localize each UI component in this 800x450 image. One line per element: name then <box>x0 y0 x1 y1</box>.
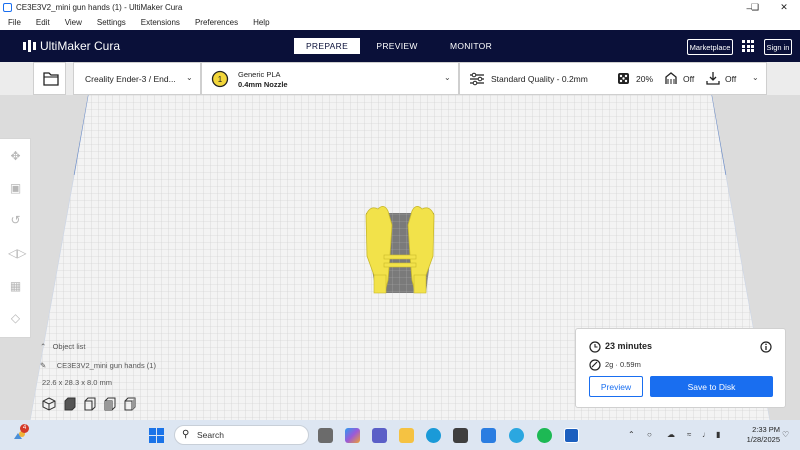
tab-preview[interactable]: PREVIEW <box>366 38 428 54</box>
preview-button[interactable]: Preview <box>589 376 643 397</box>
3d-view-icon[interactable] <box>42 397 56 411</box>
microsoft-store-icon[interactable] <box>453 428 468 443</box>
menu-preferences[interactable]: Preferences <box>195 18 238 27</box>
marketplace-button[interactable]: Marketplace <box>687 39 733 55</box>
object-name: CE3E3V2_mini gun hands (1) <box>56 361 156 370</box>
chevron-up-icon: ⌃ <box>40 342 47 351</box>
settings-sliders-icon <box>470 72 484 86</box>
tab-prepare[interactable]: PREPARE <box>294 38 360 54</box>
window-title: CE3E3V2_mini gun hands (1) - UltiMaker C… <box>16 3 183 12</box>
printer-name: Creality Ender-3 / End... <box>85 74 176 84</box>
info-icon[interactable] <box>760 341 772 353</box>
brand-logo: UltiMaker Cura <box>23 39 120 53</box>
object-list-header: Object list <box>52 342 86 351</box>
printer-selector[interactable]: Creality Ender-3 / End... ⌄ <box>73 62 201 95</box>
support-blocker-icon[interactable]: ◇ <box>8 311 23 326</box>
top-view-icon[interactable] <box>82 397 96 411</box>
object-list-panel: ⌃ Object list ✎ CE3E3V2_mini gun hands (… <box>40 342 220 417</box>
adhesion-value: Off <box>725 74 737 84</box>
right-view-icon[interactable] <box>122 397 136 411</box>
clock-time: 2:33 PM <box>752 425 780 434</box>
mirror-tool-icon[interactable]: ◁▷ <box>8 246 26 261</box>
support-icon <box>665 72 677 84</box>
object-list-toggle[interactable]: ⌃ Object list <box>40 342 86 351</box>
restore-button[interactable]: ❏ <box>743 0 767 15</box>
pencil-icon: ✎ <box>40 361 47 370</box>
open-file-button[interactable] <box>33 62 66 95</box>
infill-icon <box>618 73 629 84</box>
app-icon[interactable] <box>509 428 524 443</box>
chevron-down-icon: ⌄ <box>444 73 451 82</box>
spotify-icon[interactable] <box>537 428 552 443</box>
menu-view[interactable]: View <box>65 18 82 27</box>
menu-help[interactable]: Help <box>253 18 269 27</box>
scale-tool-icon[interactable]: ▣ <box>8 181 23 196</box>
notifications-bell-icon[interactable]: ♡ <box>782 430 789 439</box>
volume-icon[interactable]: ♩ <box>702 430 710 439</box>
print-summary-panel: 23 minutes 2g · 0.59m Preview Save to Di… <box>575 328 786 408</box>
tray-app-icon[interactable]: ○ <box>647 430 652 439</box>
cura-taskbar-icon[interactable] <box>564 428 579 443</box>
object-dimensions: 22.6 x 28.3 x 8.0 mm <box>42 378 113 387</box>
close-button[interactable]: ✕ <box>772 0 796 15</box>
adhesion-icon <box>706 72 720 85</box>
material-name: Generic PLA <box>238 70 281 79</box>
cura-app-icon <box>3 3 12 12</box>
task-view-icon[interactable] <box>318 428 333 443</box>
file-explorer-icon[interactable] <box>399 428 414 443</box>
print-settings-selector[interactable]: Standard Quality - 0.2mm 20% Off Off ⌄ <box>459 62 767 95</box>
folder-icon <box>43 72 59 86</box>
chevron-down-icon: ⌄ <box>752 73 759 82</box>
front-view-icon[interactable] <box>62 397 76 411</box>
material-selector[interactable]: 1 Generic PLA 0.4mm Nozzle ⌄ <box>201 62 459 95</box>
nozzle-size: 0.4mm Nozzle <box>238 80 288 89</box>
wifi-icon[interactable]: ≈ <box>687 430 691 439</box>
copilot-icon[interactable] <box>345 428 360 443</box>
quality-profile: Standard Quality - 0.2mm <box>491 74 588 84</box>
extruder-icon: 1 <box>211 70 229 88</box>
infill-value: 20% <box>636 74 654 84</box>
title-bar: CE3E3V2_mini gun hands (1) - UltiMaker C… <box>0 0 800 15</box>
material-usage: 2g · 0.59m <box>605 360 641 369</box>
teams-icon[interactable] <box>372 428 387 443</box>
app-icon[interactable] <box>481 428 496 443</box>
support-value: Off <box>683 74 695 84</box>
windows-start-icon[interactable] <box>149 428 164 443</box>
rotate-tool-icon[interactable]: ↺ <box>8 213 23 228</box>
extruder-number: 1 <box>218 75 223 84</box>
save-to-disk-button[interactable]: Save to Disk <box>650 376 773 397</box>
onedrive-icon[interactable]: ☁ <box>667 430 675 439</box>
ultimaker-logo-icon <box>23 40 36 52</box>
search-placeholder: Search <box>197 430 224 440</box>
menu-edit[interactable]: Edit <box>36 18 50 27</box>
object-list-item[interactable]: ✎ CE3E3V2_mini gun hands (1) <box>40 361 156 370</box>
print-time: 23 minutes <box>605 341 653 351</box>
menu-extensions[interactable]: Extensions <box>141 18 180 27</box>
clock-date: 1/28/2025 <box>746 435 780 444</box>
brand-name: UltiMaker Cura <box>40 39 121 53</box>
sign-in-button[interactable]: Sign in <box>764 39 792 55</box>
filament-spool-icon <box>589 359 601 371</box>
system-clock[interactable]: 2:33 PM 1/28/2025 <box>736 425 780 445</box>
tab-monitor[interactable]: MONITOR <box>440 38 502 54</box>
per-model-settings-icon[interactable]: ▦ <box>8 279 23 294</box>
left-view-icon[interactable] <box>102 397 116 411</box>
tool-panel: ✥ ▣ ↺ ◁▷ ▦ ◇ <box>0 138 31 338</box>
chevron-up-icon[interactable]: ⌃ <box>628 430 635 439</box>
taskbar-search-input[interactable]: ⚲ Search <box>174 425 309 445</box>
app-header: UltiMaker Cura PREPARE PREVIEW MONITOR M… <box>0 30 800 62</box>
menu-bar: File Edit View Settings Extensions Prefe… <box>0 15 800 30</box>
clock-icon <box>589 341 601 353</box>
model-mini-gun-hands[interactable] <box>365 206 435 294</box>
edge-icon[interactable] <box>426 428 441 443</box>
menu-file[interactable]: File <box>8 18 21 27</box>
apps-grid-icon[interactable] <box>742 40 754 52</box>
move-tool-icon[interactable]: ✥ <box>8 149 23 164</box>
chevron-down-icon: ⌄ <box>186 73 193 82</box>
menu-settings[interactable]: Settings <box>97 18 126 27</box>
search-icon: ⚲ <box>182 429 190 440</box>
battery-icon[interactable]: ▮ <box>716 430 720 439</box>
windows-taskbar: 4 ⚲ Search ⌃ ○ ☁ ≈ ♩ ▮ 2:33 PM 1/28/2025… <box>0 420 800 450</box>
notification-badge: 4 <box>20 424 29 433</box>
